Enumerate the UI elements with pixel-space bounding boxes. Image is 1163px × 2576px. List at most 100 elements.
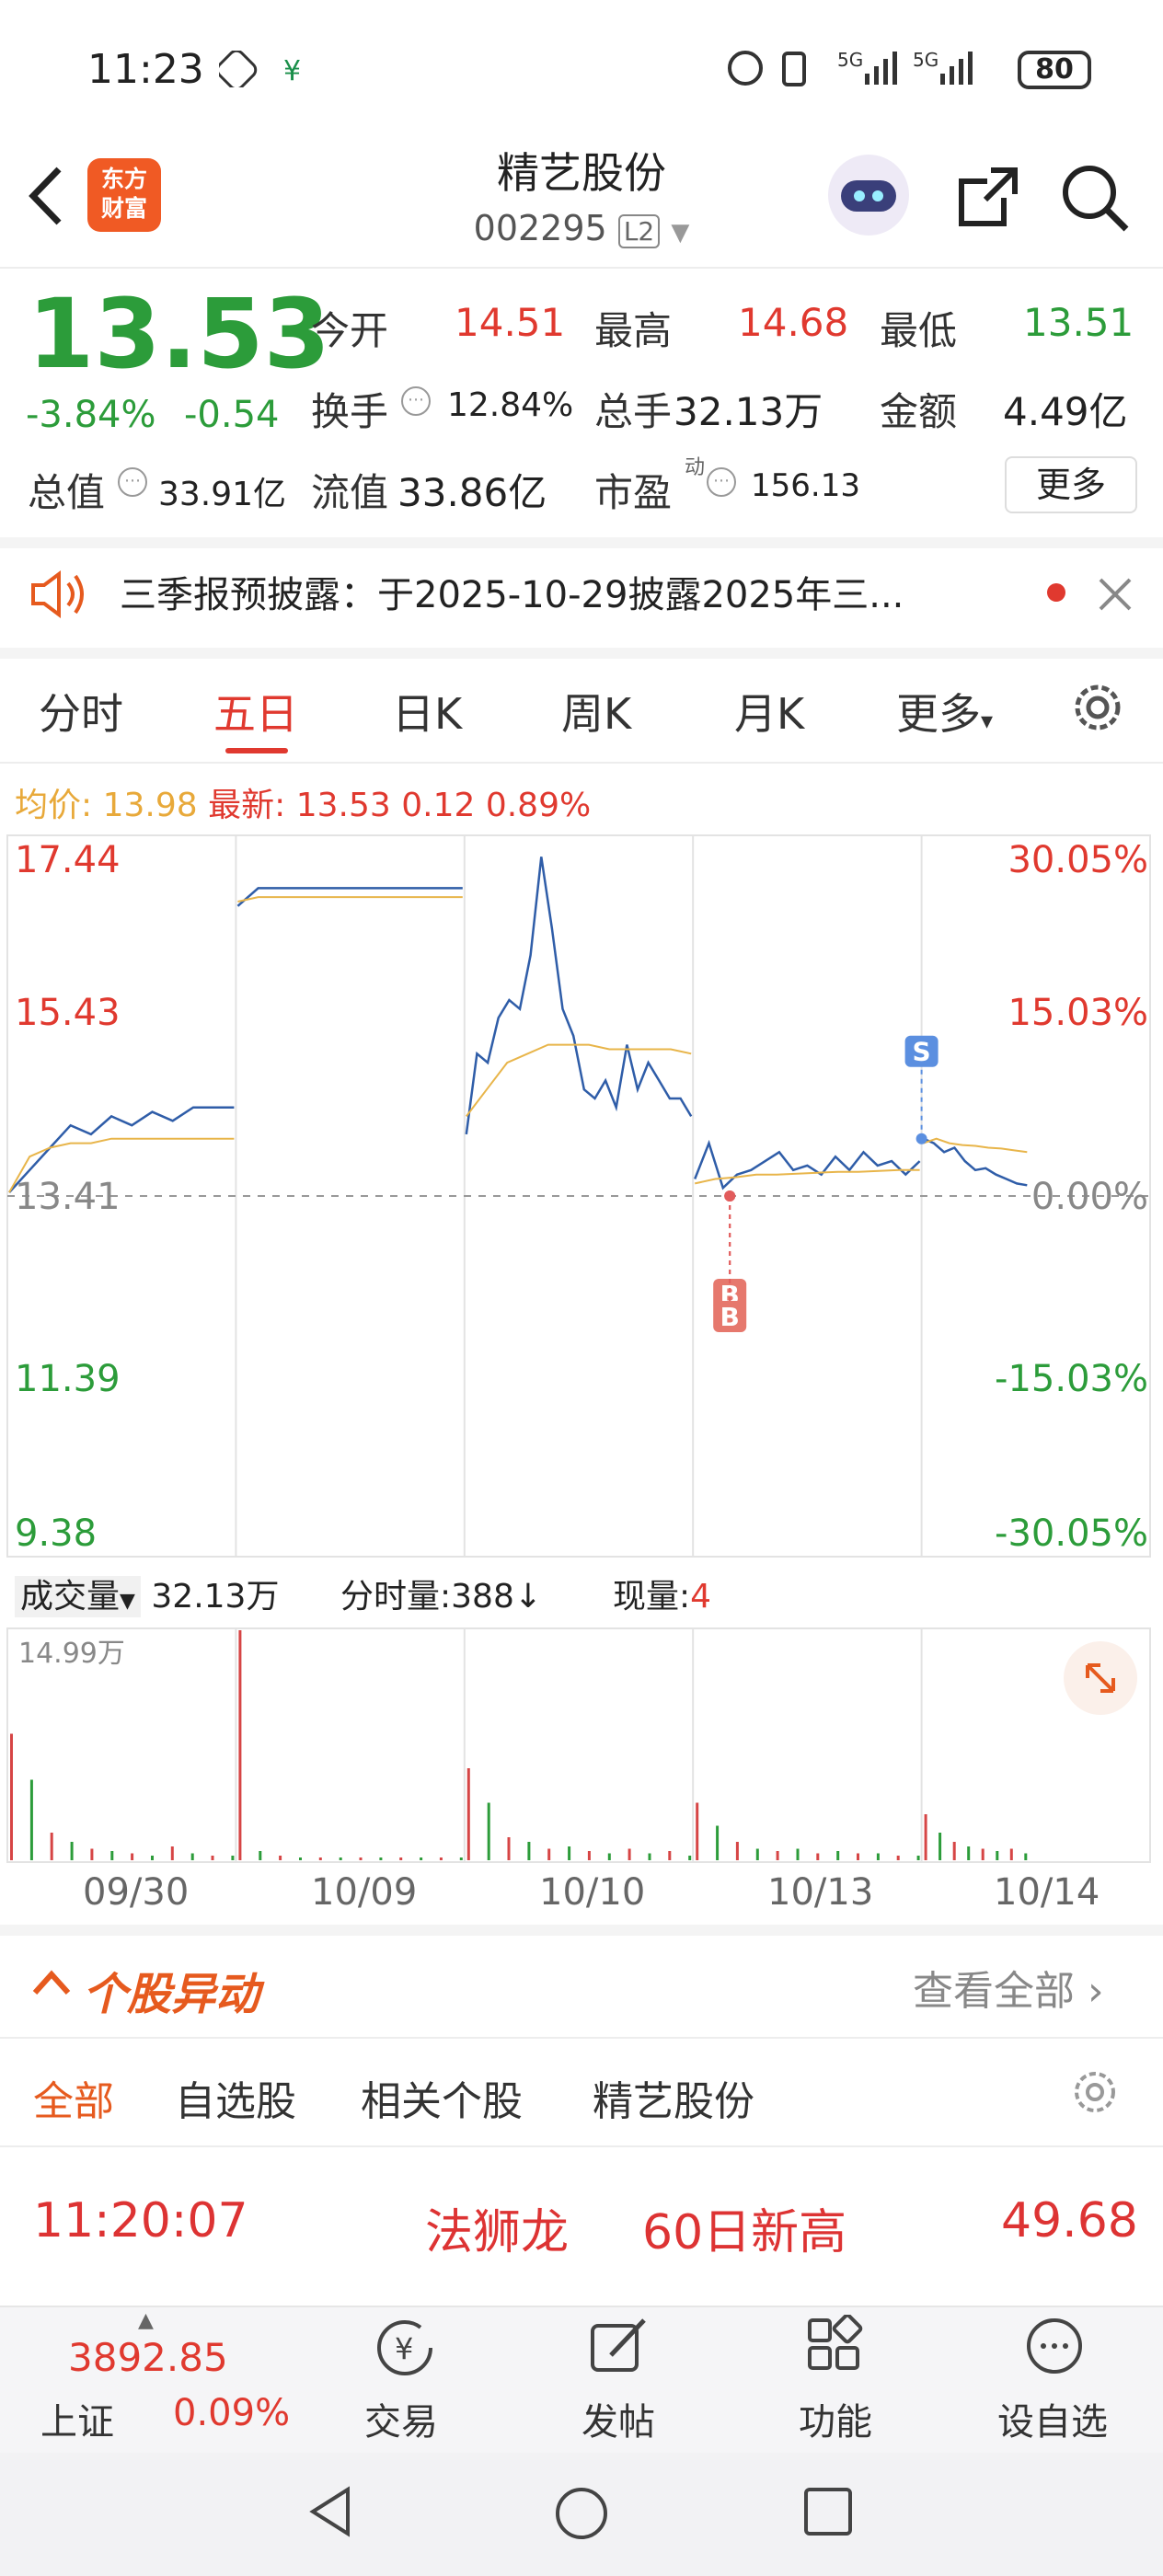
latest-change: 0.12 — [401, 787, 476, 824]
avg-line-segment — [466, 1043, 692, 1118]
volume-bar — [238, 1630, 242, 1860]
volume-bar — [527, 1842, 531, 1860]
index-value[interactable]: 3892.85 — [68, 2335, 228, 2380]
mktcap-label: 总值 — [28, 470, 106, 515]
functions-icon[interactable] — [800, 2315, 874, 2379]
volume-bar — [151, 1856, 154, 1860]
volume-chart[interactable] — [0, 1625, 1163, 1864]
svg-text:¥: ¥ — [283, 55, 301, 87]
x-tick: 09/30 — [83, 1871, 190, 1914]
add-watchlist-icon[interactable] — [1018, 2315, 1091, 2379]
close-icon[interactable] — [1097, 576, 1134, 613]
share-icon[interactable] — [952, 161, 1026, 235]
volume-bar — [696, 1802, 699, 1860]
level-badge: L2 — [617, 214, 661, 248]
settings-icon[interactable] — [1067, 677, 1128, 738]
volume-label: 总手 — [594, 389, 673, 434]
y-tick-right: 30.05% — [1008, 839, 1148, 881]
volume-bar — [420, 1857, 423, 1860]
volume-value: 32.13万 — [674, 389, 823, 434]
volume-indicator-select[interactable]: 成交量▼ — [15, 1576, 141, 1617]
avg-label: 均价: — [15, 787, 93, 824]
volume-bar — [952, 1842, 956, 1860]
x-tick: 10/13 — [767, 1871, 874, 1914]
caret-down-icon: ▾ — [981, 707, 994, 735]
change-pct: -3.84% — [26, 394, 156, 436]
tab-monthly-k[interactable]: 月K — [734, 681, 804, 742]
subtab-related[interactable]: 相关个股 — [361, 2068, 523, 2127]
amount-value: 4.49亿 — [1003, 389, 1128, 434]
x-tick: 10/10 — [539, 1871, 646, 1914]
notice-text[interactable]: 三季报预披露：于2025-10-29披露2025年三... — [120, 565, 904, 618]
status-time: 11:23 — [87, 46, 204, 93]
trade-icon[interactable]: ¥ — [368, 2315, 442, 2379]
nav-post[interactable]: 发帖 — [582, 2392, 655, 2445]
divider — [0, 267, 1163, 269]
info-icon[interactable]: ⋯ — [401, 386, 431, 416]
volume-bar — [857, 1853, 859, 1860]
chart-frame — [6, 834, 1151, 1558]
search-icon[interactable] — [1058, 161, 1132, 235]
nav-functions[interactable]: 功能 — [799, 2392, 872, 2445]
volume-bar — [981, 1848, 985, 1860]
divider — [0, 2037, 1163, 2039]
tab-five-day[interactable]: 五日 — [213, 681, 298, 742]
divider — [0, 537, 1163, 548]
now-volume-value: 4 — [690, 1578, 712, 1616]
volume-bar — [50, 1833, 53, 1860]
speaker-icon — [31, 570, 84, 618]
battery-indicator: 80 — [1018, 51, 1091, 89]
avg-line-segment — [923, 1137, 1028, 1154]
stock-code: 002295 — [473, 208, 607, 248]
info-icon[interactable]: ⋯ — [707, 467, 736, 497]
volume-bar — [776, 1851, 779, 1860]
index-name[interactable]: 上证 — [40, 2392, 114, 2445]
subtab-watchlist[interactable]: 自选股 — [175, 2068, 296, 2127]
nav-add-watchlist[interactable]: 设自选 — [997, 2392, 1108, 2445]
avg-value: 13.98 — [102, 787, 198, 824]
latest-change-pct: 0.89% — [485, 787, 592, 824]
tab-intraday[interactable]: 分时 — [39, 681, 123, 742]
chevron-up-icon[interactable] — [29, 1963, 75, 2000]
volume-bar — [996, 1851, 999, 1860]
pe-superscript: 动 — [685, 456, 706, 479]
nav-trade[interactable]: 交易 — [364, 2392, 438, 2445]
active-tab-indicator — [225, 748, 288, 753]
anomaly-stock[interactable]: 法狮龙 — [425, 2193, 569, 2262]
volume-bar — [439, 1857, 443, 1860]
subtab-all[interactable]: 全部 — [33, 2068, 114, 2127]
y-tick-right: -15.03% — [995, 1358, 1148, 1400]
five-day-price-chart[interactable]: SBB — [0, 828, 1163, 1564]
subtab-this-stock[interactable]: 精艺股份 — [593, 2068, 754, 2127]
tick-volume-arrow: ↓ — [513, 1578, 543, 1616]
expand-button[interactable] — [1064, 1641, 1137, 1715]
system-home-icon[interactable] — [552, 2484, 611, 2543]
volume-bar — [466, 1768, 470, 1860]
volume-indicator-label: 成交量 — [20, 1578, 121, 1616]
view-all-link[interactable]: 查看全部 › — [913, 1958, 1104, 2017]
index-pct[interactable]: 0.09% — [173, 2392, 290, 2434]
anomaly-time[interactable]: 11:20:07 — [33, 2193, 248, 2248]
volume-bar — [299, 1857, 302, 1860]
volume-bar — [10, 1733, 13, 1860]
system-back-icon[interactable] — [304, 2484, 359, 2539]
tab-daily-k[interactable]: 日K — [392, 681, 462, 742]
divider — [0, 1925, 1163, 1936]
volume-bar — [318, 1857, 322, 1860]
info-icon[interactable]: ⋯ — [118, 467, 147, 497]
current-price: 13.53 — [28, 278, 330, 390]
system-recents-icon[interactable] — [800, 2484, 856, 2539]
more-button[interactable]: 更多 — [1005, 456, 1137, 513]
volume-total: 32.13万 — [151, 1578, 280, 1616]
y-tick-left: 9.38 — [15, 1512, 98, 1555]
view-all-label: 查看全部 — [913, 1968, 1075, 2015]
settings-icon[interactable] — [1067, 2064, 1123, 2120]
change-value: -0.54 — [184, 394, 280, 436]
assistant-avatar[interactable] — [828, 155, 909, 236]
post-icon[interactable] — [583, 2315, 657, 2379]
y-tick-left: 17.44 — [15, 839, 121, 881]
volume-bar — [816, 1853, 820, 1860]
tab-weekly-k[interactable]: 周K — [561, 681, 631, 742]
tab-more[interactable]: 更多▾ — [896, 681, 993, 742]
now-volume-label: 现量: — [613, 1578, 691, 1616]
